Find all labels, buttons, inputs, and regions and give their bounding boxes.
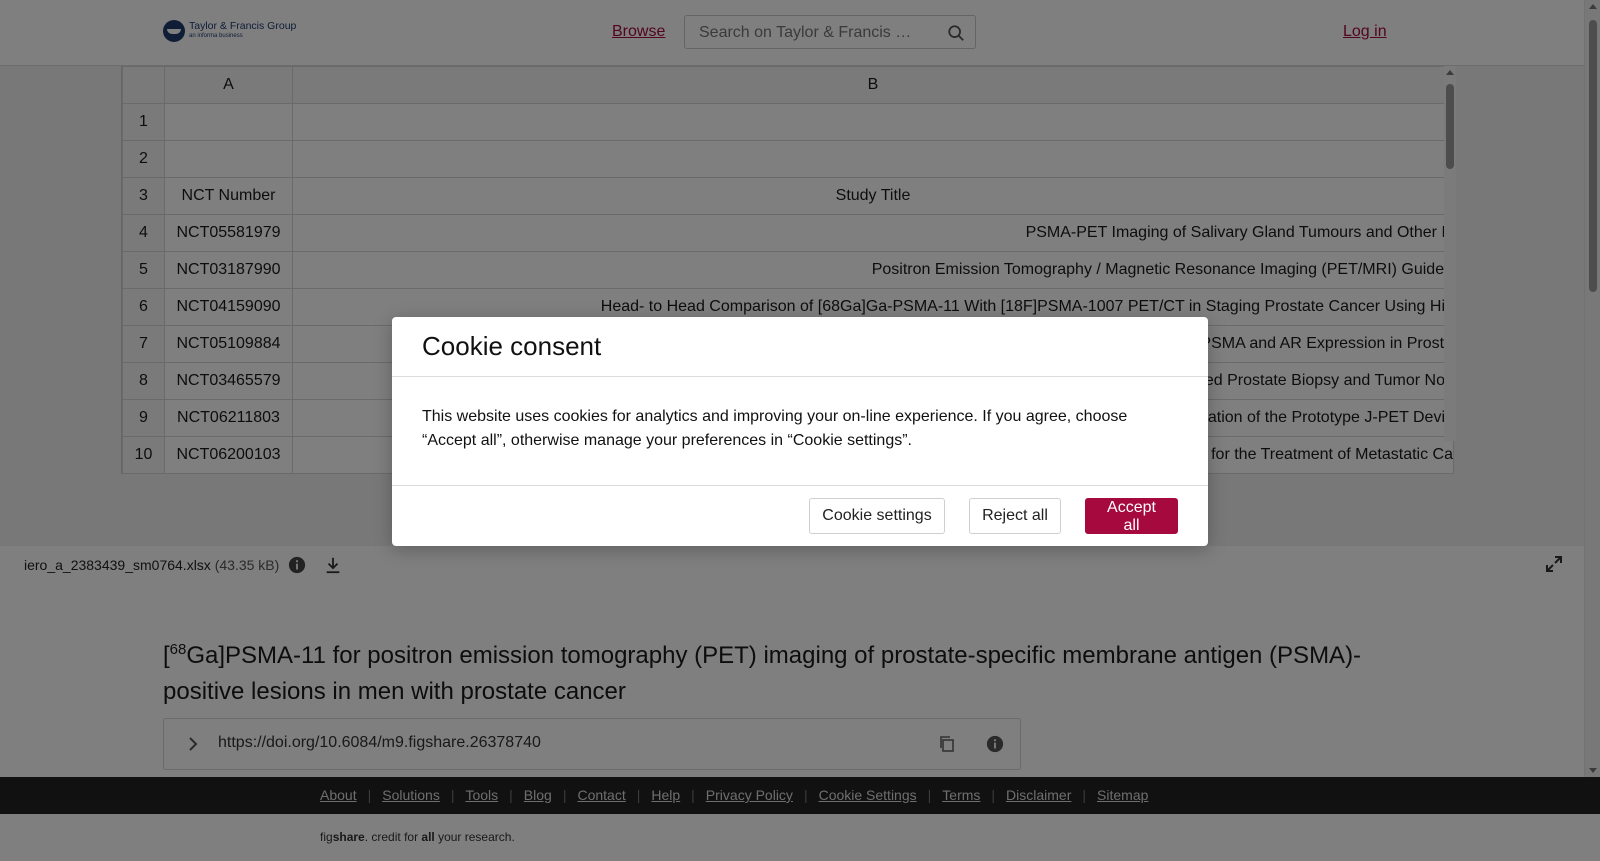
accept-all-button[interactable]: Accept all (1085, 498, 1178, 534)
reject-all-button[interactable]: Reject all (969, 498, 1061, 534)
cookie-dialog-body: This website uses cookies for analytics … (422, 408, 1128, 449)
cookie-consent-dialog: Cookie consent This website uses cookies… (392, 317, 1208, 546)
cookie-settings-button[interactable]: Cookie settings (809, 498, 945, 534)
cookie-dialog-title: Cookie consent (422, 331, 602, 361)
divider (392, 485, 1208, 486)
divider (392, 376, 1208, 377)
